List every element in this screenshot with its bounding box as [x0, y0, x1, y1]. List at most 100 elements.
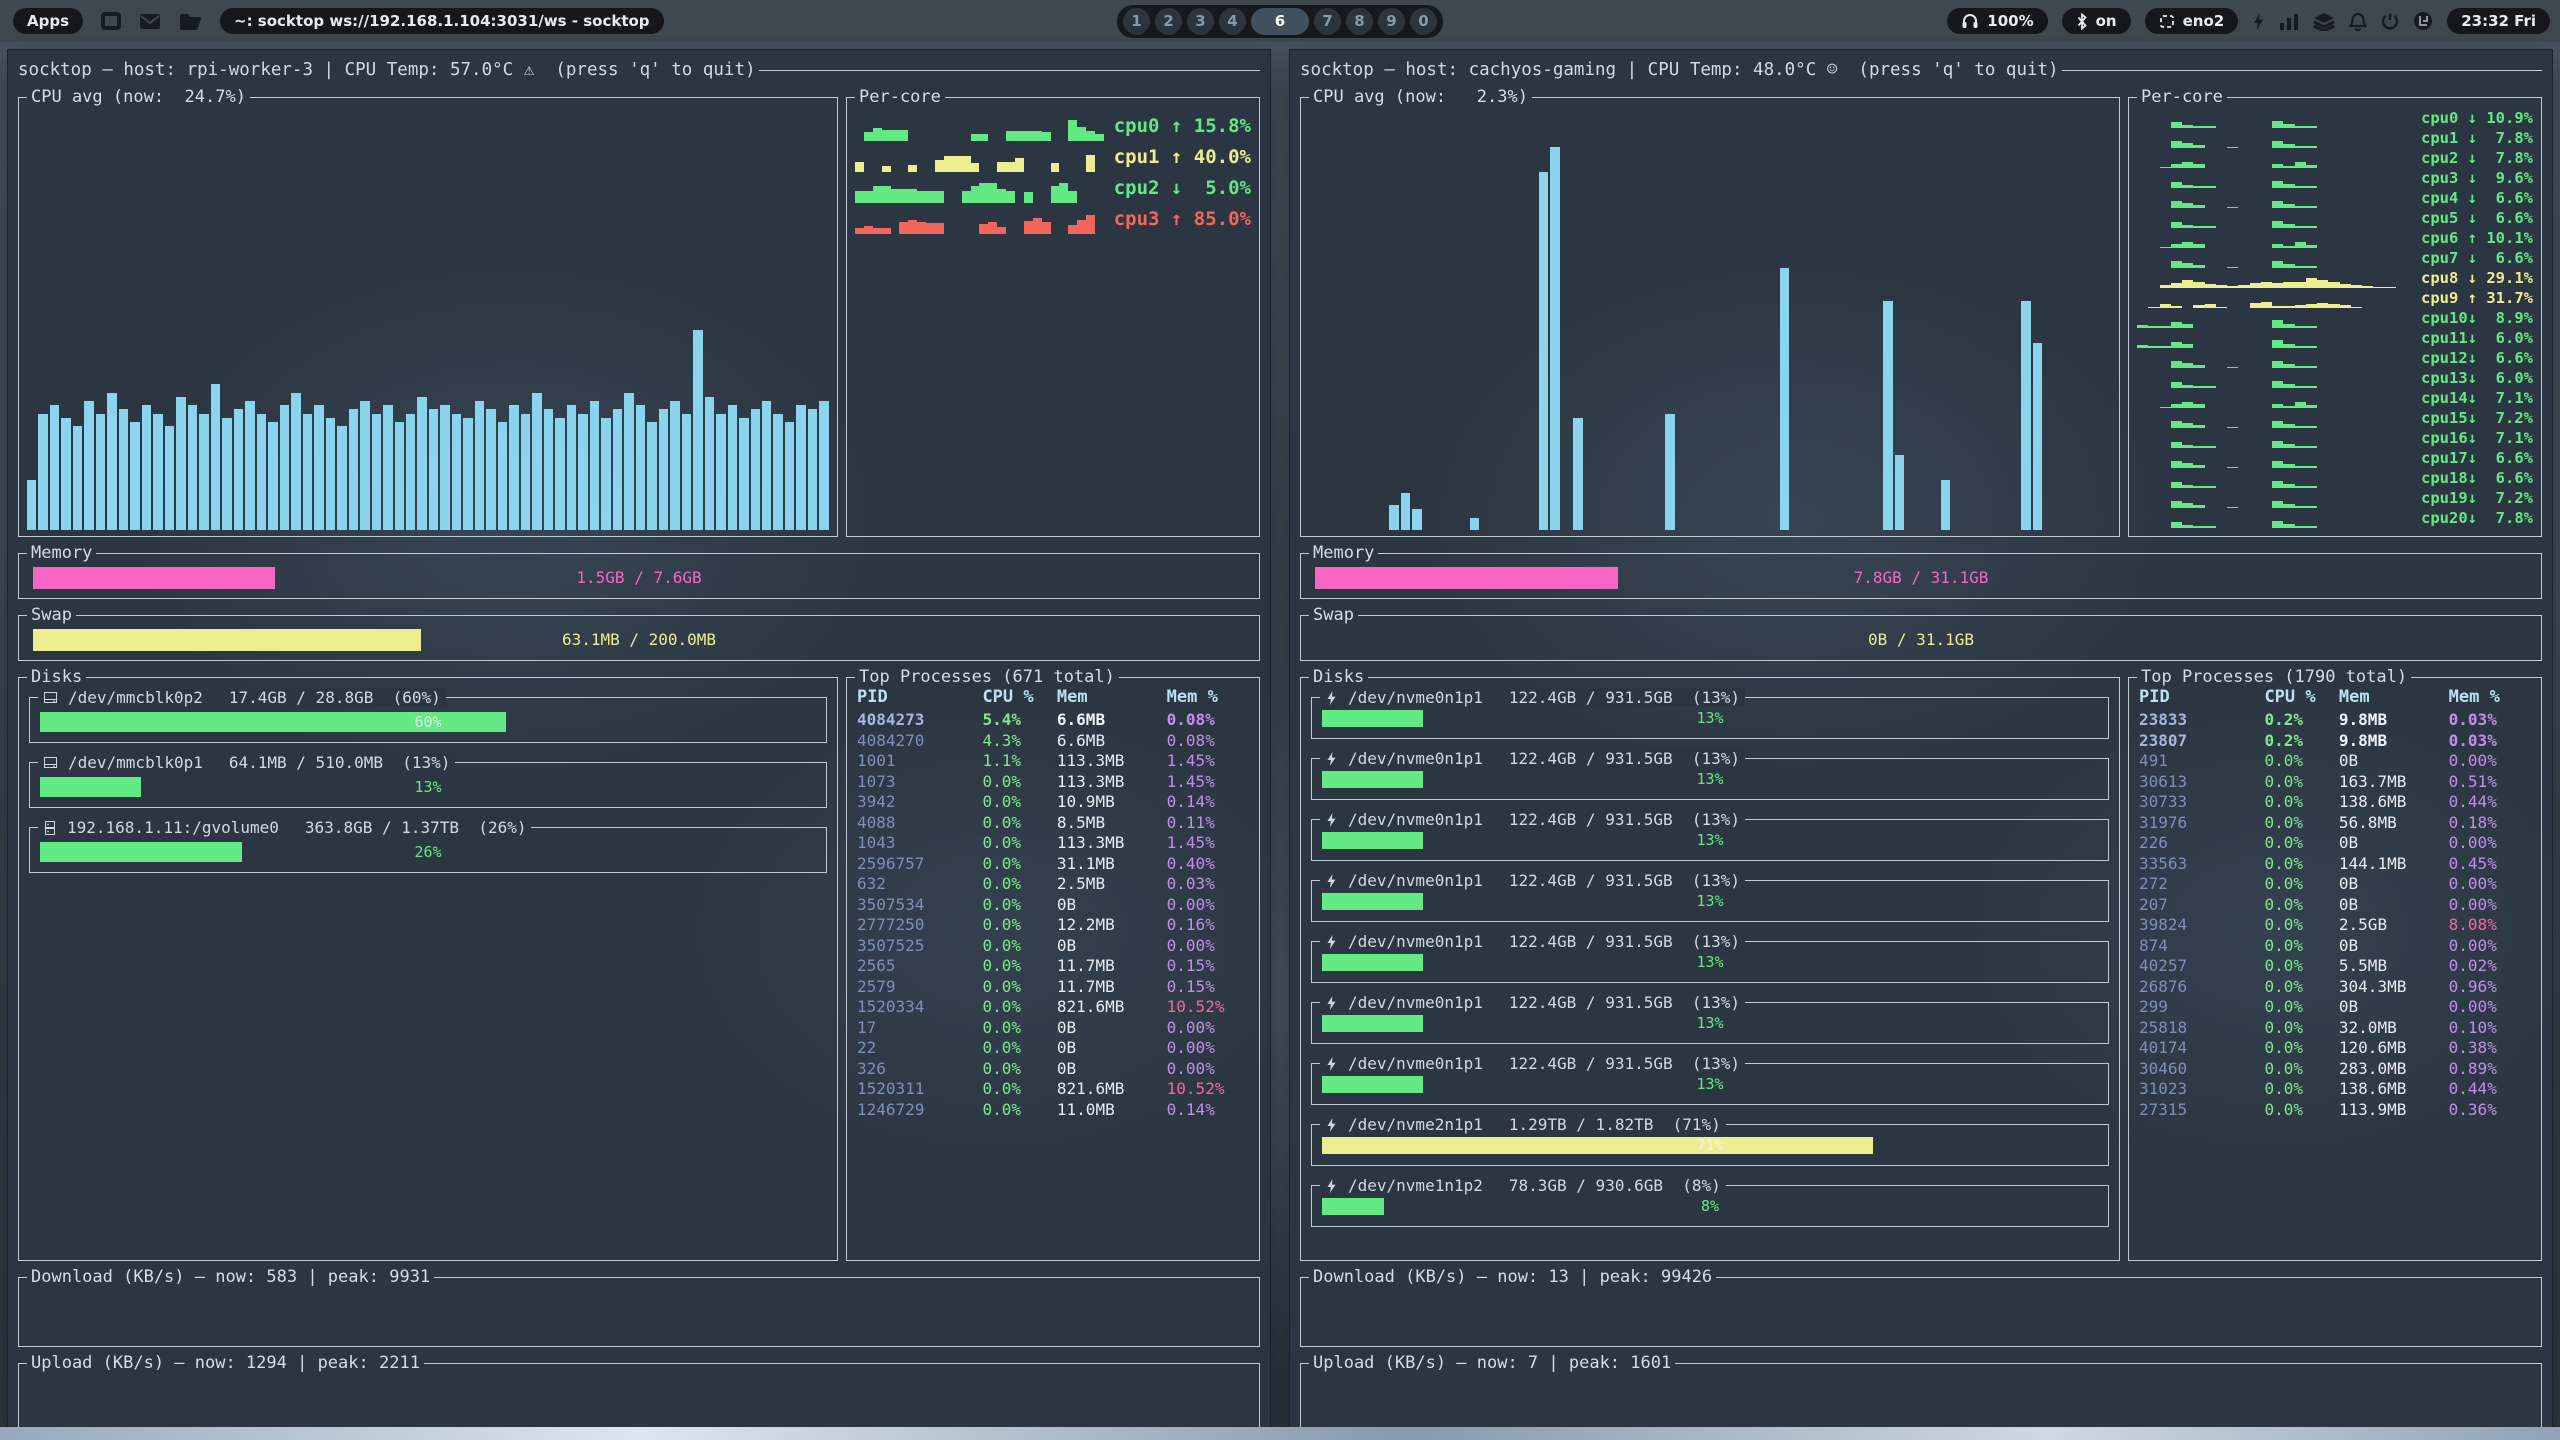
chart-bar — [601, 418, 610, 530]
process-pid: 39824 — [2139, 915, 2264, 936]
process-mem: 0B — [1057, 1038, 1167, 1059]
disk-usage-pct: 71% — [1322, 1137, 2098, 1154]
core-row: cpu9 ↑ 31.7% — [2137, 288, 2533, 308]
core-label: cpu13↓ 6.0% — [2421, 368, 2533, 388]
core-row: cpu18↓ 6.6% — [2137, 468, 2533, 488]
clock[interactable]: 23:32 Fri — [2447, 8, 2550, 34]
top-processes-panel: Top Processes (1790 total) PID CPU % Mem… — [2128, 677, 2542, 1261]
core-label: cpu17↓ 6.6% — [2421, 448, 2533, 468]
col-cpu: CPU % — [982, 684, 1056, 710]
process-mem: 0B — [1057, 1059, 1167, 1080]
app-logo-icon[interactable] — [2413, 11, 2433, 31]
upload-chart — [27, 1378, 1251, 1427]
bluetooth-pill[interactable]: on — [2062, 8, 2131, 34]
core-sparkline — [2137, 353, 2407, 368]
terminal-window-cachyos-gaming[interactable]: socktop — host: cachyos-gaming | CPU Tem… — [1290, 50, 2552, 1428]
chart-bar — [452, 414, 461, 530]
chart-bar — [1539, 172, 1548, 530]
disk-usage-pct: 13% — [40, 777, 816, 797]
workspace-6[interactable]: 6 — [1251, 8, 1309, 35]
process-row: 10011.1%113.3MB1.45% — [847, 751, 1259, 772]
workspace-8[interactable]: 8 — [1346, 8, 1373, 35]
workspace-9[interactable]: 9 — [1378, 8, 1405, 35]
signal-bars-icon[interactable] — [2279, 13, 2299, 30]
disk-title: /dev/nvme1n1p278.3GB / 930.6GB (8%) — [1320, 1176, 1726, 1195]
chart-bar — [682, 414, 691, 530]
upload-chart — [1309, 1378, 2533, 1427]
process-row: 27772500.0%12.2MB0.16% — [847, 915, 1259, 936]
core-label: cpu14↓ 7.1% — [2421, 388, 2533, 408]
process-cpu: 1.1% — [982, 751, 1056, 772]
upload-panel: Upload (KB/s) — now: 7 | peak: 1601 — [1300, 1363, 2542, 1433]
process-cpu: 0.0% — [2264, 854, 2338, 875]
process-pid: 207 — [2139, 895, 2264, 916]
process-cpu: 0.0% — [2264, 1018, 2338, 1039]
core-row: cpu4 ↓ 6.6% — [2137, 188, 2533, 208]
process-pid: 1520311 — [857, 1079, 982, 1100]
disk-name: /dev/nvme0n1p1 — [1348, 810, 1483, 829]
workspace-0[interactable]: 0 — [1410, 8, 1437, 35]
download-label: Download (KB/s) — now: 583 | peak: 9931 — [27, 1268, 434, 1287]
process-cpu: 0.0% — [982, 1018, 1056, 1039]
power-icon[interactable] — [2381, 12, 2399, 30]
process-mem: 0B — [1057, 1018, 1167, 1039]
process-row: 6320.0%2.5MB0.03% — [847, 874, 1259, 895]
network-pill[interactable]: eno2 — [2145, 8, 2239, 34]
power-profile-icon[interactable] — [2252, 12, 2265, 31]
active-window-title[interactable]: ~: socktop ws://192.168.1.104:3031/ws - … — [220, 8, 664, 34]
process-row: 40842735.4%6.6MB0.08% — [847, 710, 1259, 731]
chart-bar — [107, 393, 116, 530]
process-mem-pct: 0.08% — [1167, 710, 1249, 731]
process-mem-pct: 0.00% — [1167, 1059, 1249, 1080]
core-sparkline — [2137, 513, 2407, 528]
mail-icon[interactable] — [139, 13, 161, 30]
process-pid: 326 — [857, 1059, 982, 1080]
chart-bar — [429, 409, 438, 530]
folder-icon[interactable] — [179, 12, 202, 30]
cpu-avg-label: CPU avg (now: 24.7%) — [27, 88, 250, 107]
process-mem-pct: 0.08% — [1167, 731, 1249, 752]
process-mem-pct: 0.00% — [1167, 936, 1249, 957]
core-sparkline — [2137, 293, 2407, 308]
process-pid: 2579 — [857, 977, 982, 998]
process-row: 2720.0%0B0.00% — [2129, 874, 2541, 895]
process-mem: 138.6MB — [2339, 1079, 2449, 1100]
workspace-2[interactable]: 2 — [1155, 8, 1182, 35]
core-row: cpu3 ↑ 85.0% — [855, 205, 1251, 234]
disk-usage-pct: 13% — [1322, 710, 2098, 727]
chart-bar — [1389, 505, 1398, 530]
workspace-7[interactable]: 7 — [1314, 8, 1341, 35]
core-label: cpu2 ↓ 7.8% — [2421, 148, 2533, 168]
chart-bar — [1401, 493, 1410, 530]
disk-usage-bar: 13% — [1322, 1015, 2098, 1032]
disk-entry: /dev/nvme2n1p11.29TB / 1.82TB (71%)71% — [1311, 1124, 2109, 1166]
apps-button[interactable]: Apps — [13, 8, 83, 34]
process-mem-pct: 0.03% — [2449, 731, 2531, 752]
chart-bar — [84, 401, 93, 530]
process-mem-pct: 0.00% — [1167, 895, 1249, 916]
process-cpu: 0.0% — [2264, 751, 2338, 772]
workspace-1[interactable]: 1 — [1123, 8, 1150, 35]
process-mem-pct: 0.16% — [1167, 915, 1249, 936]
disk-usage: 122.4GB / 931.5GB (13%) — [1509, 1054, 1740, 1073]
chart-bar — [670, 401, 679, 530]
ethernet-icon — [2159, 14, 2175, 29]
terminal-window-rpi-worker-3[interactable]: socktop — host: rpi-worker-3 | CPU Temp:… — [8, 50, 1270, 1428]
disk-usage: 1.29TB / 1.82TB (71%) — [1509, 1115, 1721, 1134]
disk-entry: /dev/mmcblk0p217.4GB / 28.8GB (60%)60% — [29, 697, 827, 743]
process-pid: 1246729 — [857, 1100, 982, 1121]
process-mem-pct: 0.44% — [2449, 792, 2531, 813]
notifications-bell-icon[interactable] — [2349, 12, 2367, 31]
window-icon[interactable] — [101, 12, 121, 30]
process-row: 268760.0%304.3MB0.96% — [2129, 977, 2541, 998]
core-label: cpu0 ↑ 15.8% — [1114, 112, 1251, 141]
memory-panel: Memory 7.8GB / 31.1GB — [1300, 553, 2542, 599]
layers-icon[interactable] — [2313, 12, 2335, 31]
workspace-3[interactable]: 3 — [1187, 8, 1214, 35]
process-row: 15203340.0%821.6MB10.52% — [847, 997, 1259, 1018]
volume-level: 100% — [1987, 12, 2033, 30]
workspace-4[interactable]: 4 — [1219, 8, 1246, 35]
process-mem: 11.0MB — [1057, 1100, 1167, 1121]
chart-bar — [1780, 268, 1789, 530]
volume-pill[interactable]: 100% — [1947, 8, 2047, 34]
